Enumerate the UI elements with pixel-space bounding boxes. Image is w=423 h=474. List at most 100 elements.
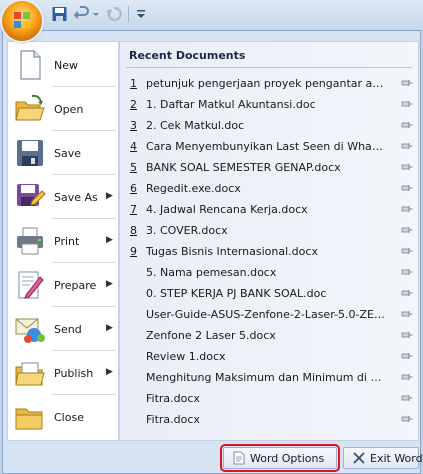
submenu-arrow-icon: ▶ xyxy=(106,279,113,289)
title-underline xyxy=(126,67,412,68)
recent-document-item[interactable]: Menghitung Maksimum dan Minimum di Excel… xyxy=(120,367,418,388)
recent-document-item[interactable]: 6 Regedit.exe.docx xyxy=(120,178,418,199)
pin-icon[interactable] xyxy=(401,225,413,235)
document-name: petunjuk pengerjaan proyek pengantar aku… xyxy=(146,77,386,90)
document-number: 1 xyxy=(130,77,137,90)
undo-dropdown-icon[interactable] xyxy=(92,6,100,22)
pin-icon[interactable] xyxy=(401,414,413,424)
pin-icon[interactable] xyxy=(401,288,413,298)
pin-icon[interactable] xyxy=(401,309,413,319)
document-name: Cara Menyembunyikan Last Seen di WhatsAp… xyxy=(146,140,386,153)
document-name: 1. Daftar Matkul Akuntansi.doc xyxy=(146,98,316,111)
document-name: Menghitung Maksimum dan Minimum di Excel… xyxy=(146,371,386,384)
pin-icon[interactable] xyxy=(401,351,413,361)
recent-document-item[interactable]: 9 Tugas Bisnis Internasional.docx xyxy=(120,241,418,262)
pin-icon[interactable] xyxy=(401,267,413,277)
pin-icon[interactable] xyxy=(401,246,413,256)
send-label: Send xyxy=(54,323,82,336)
recent-document-item[interactable]: Review 1.docx xyxy=(120,346,418,367)
document-name: Fitra.docx xyxy=(146,392,200,405)
exit-word-button[interactable]: Exit Word xyxy=(343,447,423,469)
document-number: 5 xyxy=(130,161,137,174)
recent-document-item[interactable]: Zenfone 2 Laser 5.docx xyxy=(120,325,418,346)
document-number: 4 xyxy=(130,140,137,153)
recent-document-item[interactable]: User-Guide-ASUS-Zenfone-2-Laser-5.0-ZE50… xyxy=(120,304,418,325)
office-logo-icon xyxy=(14,12,30,28)
submenu-arrow-icon: ▶ xyxy=(106,323,113,333)
undo-icon[interactable] xyxy=(74,6,90,22)
document-name: BANK SOAL SEMESTER GENAP.docx xyxy=(146,161,341,174)
separator xyxy=(52,394,116,395)
send-icon xyxy=(15,318,45,343)
open-folder-icon xyxy=(15,94,45,121)
document-name: 5. Nama pemesan.docx xyxy=(146,266,277,279)
save-as-icon xyxy=(17,184,46,206)
document-number: 3 xyxy=(130,119,137,132)
recent-document-item[interactable]: 5. Nama pemesan.docx xyxy=(120,262,418,283)
separator xyxy=(52,306,116,307)
document-number: 8 xyxy=(130,224,137,237)
close-label: Close xyxy=(54,411,84,424)
pin-icon[interactable] xyxy=(401,120,413,130)
save-as-command[interactable]: Save As ▶ xyxy=(8,176,118,220)
open-command[interactable]: Open xyxy=(8,88,118,132)
pin-icon[interactable] xyxy=(401,372,413,382)
document-name: 4. Jadwal Rencana Kerja.docx xyxy=(146,203,308,216)
word-options-button[interactable]: Word Options xyxy=(220,444,340,472)
recent-document-item[interactable]: 1 petunjuk pengerjaan proyek pengantar ak… xyxy=(120,73,418,94)
send-command[interactable]: Send ▶ xyxy=(8,308,118,352)
recent-document-item[interactable]: Fitra.docx xyxy=(120,388,418,409)
recent-document-item[interactable]: 7 4. Jadwal Rencana Kerja.docx xyxy=(120,199,418,220)
submenu-arrow-icon: ▶ xyxy=(106,235,113,245)
exit-x-icon xyxy=(353,452,365,464)
bottom-bar: Word Options Exit Word xyxy=(3,442,423,473)
recent-document-item[interactable]: 5 BANK SOAL SEMESTER GENAP.docx xyxy=(120,157,418,178)
document-number: 6 xyxy=(130,182,137,195)
open-label: Open xyxy=(54,103,84,116)
document-name: 0. STEP KERJA PJ BANK SOAL.doc xyxy=(146,287,327,300)
print-label: Print xyxy=(54,235,80,248)
document-name: User-Guide-ASUS-Zenfone-2-Laser-5.0-ZE50… xyxy=(146,308,386,321)
save-icon[interactable] xyxy=(52,6,67,22)
recent-document-item[interactable]: 8 3. COVER.docx xyxy=(120,220,418,241)
pin-icon[interactable] xyxy=(401,78,413,88)
recent-documents-title: Recent Documents xyxy=(129,49,246,62)
save-command[interactable]: Save xyxy=(8,132,118,176)
pin-icon[interactable] xyxy=(401,141,413,151)
pin-icon[interactable] xyxy=(401,393,413,403)
office-button[interactable] xyxy=(2,1,42,41)
customize-qat-icon[interactable] xyxy=(136,6,146,22)
document-name: 3. COVER.docx xyxy=(146,224,228,237)
document-name: Review 1.docx xyxy=(146,350,226,363)
close-folder-icon xyxy=(15,408,43,430)
document-number: 9 xyxy=(130,245,137,258)
submenu-arrow-icon: ▶ xyxy=(106,191,113,201)
office-menu: New Open Save Save As ▶ Print ▶ Prepare … xyxy=(2,30,423,474)
prepare-icon xyxy=(18,271,44,299)
recent-document-item[interactable]: 2 1. Daftar Matkul Akuntansi.doc xyxy=(120,94,418,115)
pin-icon[interactable] xyxy=(401,99,413,109)
commands-pane: New Open Save Save As ▶ Print ▶ Prepare … xyxy=(7,41,119,441)
recent-document-item[interactable]: 4 Cara Menyembunyikan Last Seen di WhatsA… xyxy=(120,136,418,157)
prepare-command[interactable]: Prepare ▶ xyxy=(8,264,118,308)
new-command[interactable]: New xyxy=(8,44,118,88)
separator xyxy=(52,174,116,175)
pin-icon[interactable] xyxy=(401,330,413,340)
save-as-label: Save As xyxy=(54,191,98,204)
publish-label: Publish xyxy=(54,367,94,380)
save-label: Save xyxy=(54,147,82,160)
recent-document-item[interactable]: 3 2. Cek Matkul.doc xyxy=(120,115,418,136)
redo-icon[interactable] xyxy=(106,6,122,22)
close-command[interactable]: Close xyxy=(8,396,118,440)
pin-icon[interactable] xyxy=(401,204,413,214)
recent-document-item[interactable]: 0. STEP KERJA PJ BANK SOAL.doc xyxy=(120,283,418,304)
print-command[interactable]: Print ▶ xyxy=(8,220,118,264)
recent-document-item[interactable]: Fitra.docx xyxy=(120,409,418,430)
pin-icon[interactable] xyxy=(401,162,413,172)
publish-command[interactable]: Publish ▶ xyxy=(8,352,118,396)
document-number: 7 xyxy=(130,203,137,216)
quick-access-toolbar xyxy=(0,0,423,41)
document-name: Regedit.exe.docx xyxy=(146,182,241,195)
pin-icon[interactable] xyxy=(401,183,413,193)
document-name: Fitra.docx xyxy=(146,413,200,426)
